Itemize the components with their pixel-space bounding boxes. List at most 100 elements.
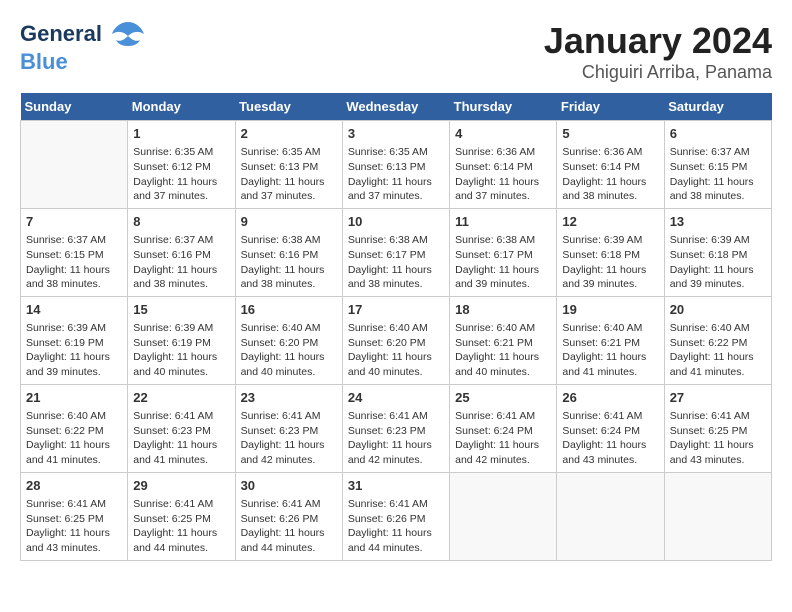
calendar-day: 8 Sunrise: 6:37 AM Sunset: 6:16 PM Daylig… (128, 208, 235, 296)
day-number: 15 (133, 301, 229, 319)
calendar-week: 21 Sunrise: 6:40 AM Sunset: 6:22 PM Dayli… (21, 384, 772, 472)
calendar-day: 15 Sunrise: 6:39 AM Sunset: 6:19 PM Dayli… (128, 296, 235, 384)
day-header: Sunday (21, 93, 128, 121)
calendar-day: 25 Sunrise: 6:41 AM Sunset: 6:24 PM Dayli… (450, 384, 557, 472)
calendar-day: 2 Sunrise: 6:35 AM Sunset: 6:13 PM Daylig… (235, 121, 342, 209)
day-number: 7 (26, 213, 122, 231)
day-info: Sunrise: 6:37 AM Sunset: 6:15 PM Dayligh… (670, 145, 766, 204)
calendar-day: 3Sunrise: 6:35 AM Sunset: 6:13 PM Daylig… (342, 121, 449, 209)
day-number: 27 (670, 389, 766, 407)
page-header: General Blue January 2024 Chiguiri Arrib… (20, 20, 772, 83)
day-info: Sunrise: 6:41 AM Sunset: 6:24 PM Dayligh… (455, 409, 551, 468)
day-info: Sunrise: 6:40 AM Sunset: 6:22 PM Dayligh… (670, 321, 766, 380)
day-number: 4 (455, 125, 551, 143)
calendar-day: 4 Sunrise: 6:36 AM Sunset: 6:14 PM Daylig… (450, 121, 557, 209)
calendar-day: 19Sunrise: 6:40 AM Sunset: 6:21 PM Dayli… (557, 296, 664, 384)
day-number: 20 (670, 301, 766, 319)
day-number: 14 (26, 301, 122, 319)
calendar-table: SundayMondayTuesdayWednesdayThursdayFrid… (20, 93, 772, 561)
day-header: Thursday (450, 93, 557, 121)
day-number: 9 (241, 213, 337, 231)
day-info: Sunrise: 6:40 AM Sunset: 6:21 PM Dayligh… (455, 321, 551, 380)
day-number: 11 (455, 213, 551, 231)
calendar-title: January 2024 (544, 20, 772, 62)
day-header: Friday (557, 93, 664, 121)
calendar-day: 14 Sunrise: 6:39 AM Sunset: 6:19 PM Dayli… (21, 296, 128, 384)
calendar-day (664, 472, 771, 560)
calendar-day: 6Sunrise: 6:37 AM Sunset: 6:15 PM Daylig… (664, 121, 771, 209)
calendar-day: 28 Sunrise: 6:41 AM Sunset: 6:25 PM Dayli… (21, 472, 128, 560)
day-number: 29 (133, 477, 229, 495)
day-info: Sunrise: 6:40 AM Sunset: 6:20 PM Dayligh… (241, 321, 337, 380)
day-info: Sunrise: 6:37 AM Sunset: 6:15 PM Dayligh… (26, 233, 122, 292)
logo-bird-icon (110, 20, 146, 50)
day-number: 10 (348, 213, 444, 231)
day-number: 21 (26, 389, 122, 407)
calendar-week: 28 Sunrise: 6:41 AM Sunset: 6:25 PM Dayli… (21, 472, 772, 560)
day-info: Sunrise: 6:41 AM Sunset: 6:25 PM Dayligh… (670, 409, 766, 468)
day-info: Sunrise: 6:38 AM Sunset: 6:16 PM Dayligh… (241, 233, 337, 292)
day-number: 12 (562, 213, 658, 231)
logo-line1: General (20, 21, 102, 46)
calendar-day (557, 472, 664, 560)
day-number: 18 (455, 301, 551, 319)
day-number: 28 (26, 477, 122, 495)
logo: General Blue (20, 20, 146, 74)
calendar-day: 10 Sunrise: 6:38 AM Sunset: 6:17 PM Dayli… (342, 208, 449, 296)
calendar-day: 11 Sunrise: 6:38 AM Sunset: 6:17 PM Dayli… (450, 208, 557, 296)
day-number: 16 (241, 301, 337, 319)
calendar-day: 21 Sunrise: 6:40 AM Sunset: 6:22 PM Dayli… (21, 384, 128, 472)
day-info: Sunrise: 6:41 AM Sunset: 6:23 PM Dayligh… (348, 409, 444, 468)
day-info: Sunrise: 6:36 AM Sunset: 6:14 PM Dayligh… (455, 145, 551, 204)
day-info: Sunrise: 6:37 AM Sunset: 6:16 PM Dayligh… (133, 233, 229, 292)
day-info: Sunrise: 6:39 AM Sunset: 6:18 PM Dayligh… (562, 233, 658, 292)
day-info: Sunrise: 6:35 AM Sunset: 6:12 PM Dayligh… (133, 145, 229, 204)
calendar-day: 23 Sunrise: 6:41 AM Sunset: 6:23 PM Dayli… (235, 384, 342, 472)
day-header: Wednesday (342, 93, 449, 121)
day-info: Sunrise: 6:40 AM Sunset: 6:21 PM Dayligh… (562, 321, 658, 380)
day-info: Sunrise: 6:35 AM Sunset: 6:13 PM Dayligh… (241, 145, 337, 204)
calendar-day: 20 Sunrise: 6:40 AM Sunset: 6:22 PM Dayli… (664, 296, 771, 384)
calendar-day: 31Sunrise: 6:41 AM Sunset: 6:26 PM Dayli… (342, 472, 449, 560)
day-info: Sunrise: 6:36 AM Sunset: 6:14 PM Dayligh… (562, 145, 658, 204)
day-number: 17 (348, 301, 444, 319)
day-info: Sunrise: 6:41 AM Sunset: 6:25 PM Dayligh… (26, 497, 122, 556)
day-number: 5 (562, 125, 658, 143)
day-header: Tuesday (235, 93, 342, 121)
day-info: Sunrise: 6:35 AM Sunset: 6:13 PM Dayligh… (348, 145, 444, 204)
calendar-day: 5 Sunrise: 6:36 AM Sunset: 6:14 PM Daylig… (557, 121, 664, 209)
calendar-day: 30 Sunrise: 6:41 AM Sunset: 6:26 PM Dayli… (235, 472, 342, 560)
day-info: Sunrise: 6:40 AM Sunset: 6:22 PM Dayligh… (26, 409, 122, 468)
calendar-day: 9 Sunrise: 6:38 AM Sunset: 6:16 PM Daylig… (235, 208, 342, 296)
logo-line2: Blue (20, 50, 146, 74)
calendar-week: 7 Sunrise: 6:37 AM Sunset: 6:15 PM Daylig… (21, 208, 772, 296)
day-number: 30 (241, 477, 337, 495)
day-info: Sunrise: 6:39 AM Sunset: 6:18 PM Dayligh… (670, 233, 766, 292)
day-info: Sunrise: 6:41 AM Sunset: 6:26 PM Dayligh… (241, 497, 337, 556)
day-info: Sunrise: 6:39 AM Sunset: 6:19 PM Dayligh… (26, 321, 122, 380)
calendar-subtitle: Chiguiri Arriba, Panama (544, 62, 772, 83)
day-info: Sunrise: 6:41 AM Sunset: 6:23 PM Dayligh… (133, 409, 229, 468)
day-number: 24 (348, 389, 444, 407)
calendar-day: 7 Sunrise: 6:37 AM Sunset: 6:15 PM Daylig… (21, 208, 128, 296)
day-number: 26 (562, 389, 658, 407)
day-number: 31 (348, 477, 444, 495)
day-number: 23 (241, 389, 337, 407)
day-number: 8 (133, 213, 229, 231)
day-info: Sunrise: 6:39 AM Sunset: 6:19 PM Dayligh… (133, 321, 229, 380)
day-number: 2 (241, 125, 337, 143)
calendar-week: 1 Sunrise: 6:35 AM Sunset: 6:12 PM Daylig… (21, 121, 772, 209)
day-info: Sunrise: 6:41 AM Sunset: 6:23 PM Dayligh… (241, 409, 337, 468)
calendar-header: SundayMondayTuesdayWednesdayThursdayFrid… (21, 93, 772, 121)
day-number: 1 (133, 125, 229, 143)
calendar-day: 24 Sunrise: 6:41 AM Sunset: 6:23 PM Dayli… (342, 384, 449, 472)
calendar-day: 12 Sunrise: 6:39 AM Sunset: 6:18 PM Dayli… (557, 208, 664, 296)
day-header: Monday (128, 93, 235, 121)
title-block: January 2024 Chiguiri Arriba, Panama (544, 20, 772, 83)
day-info: Sunrise: 6:38 AM Sunset: 6:17 PM Dayligh… (348, 233, 444, 292)
calendar-day: 22Sunrise: 6:41 AM Sunset: 6:23 PM Dayli… (128, 384, 235, 472)
day-number: 25 (455, 389, 551, 407)
calendar-week: 14 Sunrise: 6:39 AM Sunset: 6:19 PM Dayli… (21, 296, 772, 384)
day-info: Sunrise: 6:38 AM Sunset: 6:17 PM Dayligh… (455, 233, 551, 292)
calendar-day: 27 Sunrise: 6:41 AM Sunset: 6:25 PM Dayli… (664, 384, 771, 472)
